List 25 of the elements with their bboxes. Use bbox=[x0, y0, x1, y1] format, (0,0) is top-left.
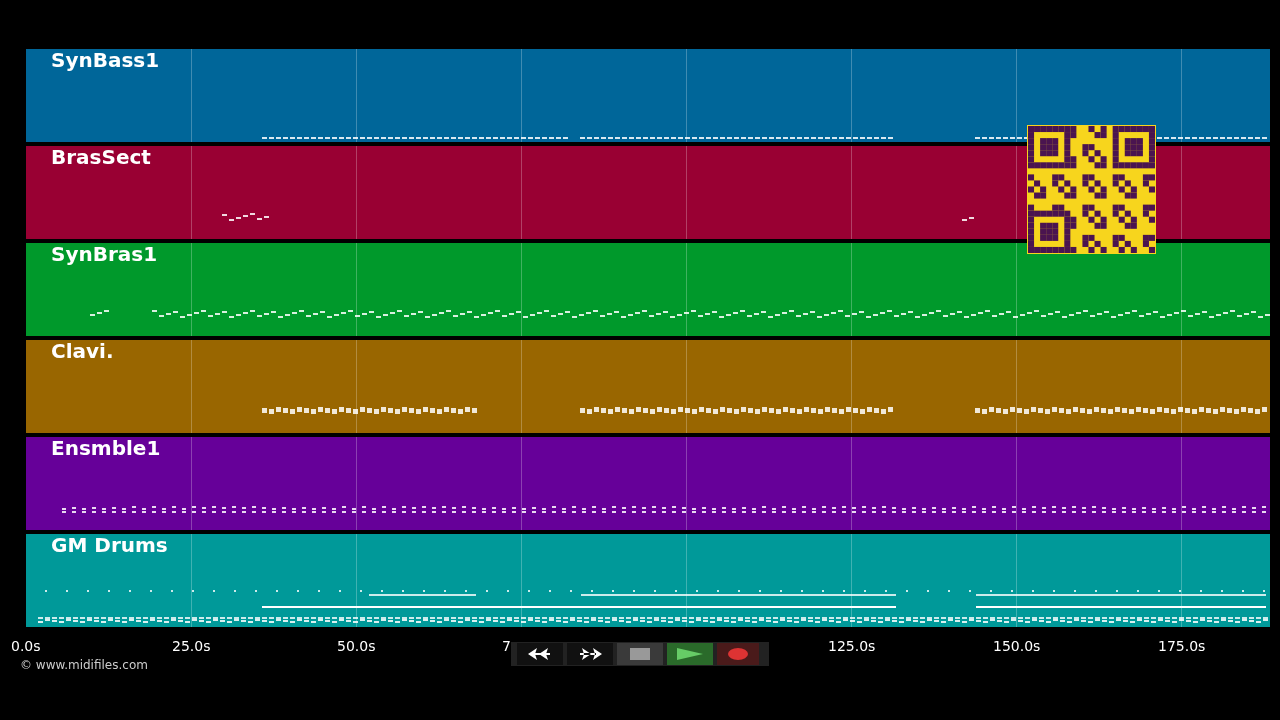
time-label: 25.0s bbox=[172, 637, 211, 656]
time-label: 7 bbox=[502, 637, 511, 656]
fast-forward-icon bbox=[578, 648, 602, 660]
qr-code-icon bbox=[1027, 125, 1156, 254]
record-button[interactable] bbox=[717, 643, 759, 665]
time-label: 0.0s bbox=[11, 637, 41, 656]
stop-button[interactable] bbox=[617, 643, 663, 665]
copyright-text: © www.midifiles.com bbox=[20, 657, 148, 674]
track-name: SynBass1 bbox=[51, 47, 160, 74]
time-label: 50.0s bbox=[337, 637, 376, 656]
rewind-icon bbox=[528, 648, 552, 660]
record-icon bbox=[728, 648, 748, 660]
time-label: 150.0s bbox=[993, 637, 1041, 656]
stop-icon bbox=[630, 648, 650, 660]
track-name: BrasSect bbox=[51, 144, 151, 171]
track-name: SynBras1 bbox=[51, 241, 158, 268]
play-button[interactable] bbox=[667, 643, 713, 665]
rewind-button[interactable] bbox=[517, 643, 563, 665]
time-label: 125.0s bbox=[828, 637, 876, 656]
track-name: Clavi. bbox=[51, 338, 114, 365]
play-icon bbox=[677, 648, 703, 660]
track-name: GM Drums bbox=[51, 532, 168, 559]
track-name: Ensmble1 bbox=[51, 435, 161, 462]
fast-forward-button[interactable] bbox=[567, 643, 613, 665]
time-label: 175.0s bbox=[1158, 637, 1206, 656]
